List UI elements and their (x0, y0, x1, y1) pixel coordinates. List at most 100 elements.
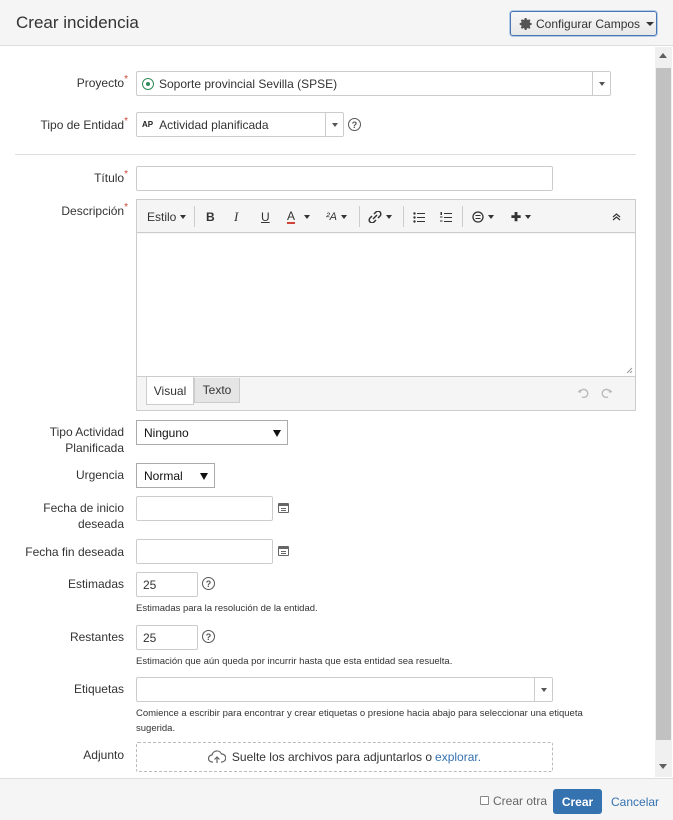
chevron-down-icon (488, 215, 494, 219)
project-icon (142, 77, 154, 90)
scrollbar-thumb[interactable] (656, 68, 671, 740)
activity-type-value: Ninguno (144, 425, 189, 440)
create-issue-dialog: Crear incidencia Configurar Campos Proye… (0, 0, 673, 820)
chevron-down-icon (273, 429, 281, 437)
estimated-label: Estimadas (67, 577, 124, 591)
configure-fields-button[interactable]: Configurar Campos (510, 11, 657, 36)
bold-button[interactable]: B (206, 209, 215, 225)
chevron-down-icon (386, 215, 392, 219)
tab-visual[interactable]: Visual (146, 377, 194, 405)
project-label: Proyecto* (76, 74, 128, 90)
text-color-button[interactable]: A (287, 209, 311, 225)
help-icon[interactable]: ? (348, 118, 361, 131)
dialog-header: Crear incidencia Configurar Campos (0, 0, 673, 46)
style-dropdown[interactable]: Estilo (147, 209, 187, 225)
title-label: Título* (94, 169, 128, 185)
scroll-down-icon[interactable] (659, 764, 667, 769)
attachment-label: Adjunto (83, 748, 124, 762)
toolbar-separator (359, 206, 360, 227)
urgency-value: Normal (144, 468, 183, 483)
divider (15, 154, 636, 155)
chevron-down-icon (341, 215, 347, 219)
title-input[interactable] (136, 166, 553, 191)
link-icon (368, 211, 382, 223)
undo-icon[interactable] (577, 388, 589, 398)
project-select[interactable]: Soporte provincial Sevilla (SPSE) (136, 71, 611, 96)
calendar-icon[interactable] (278, 546, 289, 556)
browse-link[interactable]: explorar. (435, 750, 481, 764)
end-date-label: Fecha fin deseada (25, 545, 124, 559)
labels-input[interactable] (136, 677, 553, 702)
emoticon-icon (472, 211, 484, 223)
dropzone-text: Suelte los archivos para adjuntarlos o (231, 750, 433, 764)
tab-text[interactable]: Texto (194, 378, 240, 403)
toolbar-separator (462, 206, 463, 227)
labels-label: Etiquetas (73, 682, 124, 696)
numbered-list-button[interactable] (440, 209, 452, 225)
configure-fields-label: Configurar Campos (536, 16, 641, 31)
end-date-input[interactable] (136, 539, 273, 564)
help-icon[interactable]: ? (202, 577, 215, 590)
description-textarea[interactable] (137, 234, 635, 377)
calendar-icon[interactable] (278, 503, 289, 513)
chevron-down-icon (525, 215, 532, 219)
resize-handle-icon[interactable] (626, 367, 633, 374)
editor-toolbar: Estilo B I U A ²A ✚ (137, 200, 635, 233)
chevron-down-icon (331, 122, 338, 127)
vertical-scrollbar[interactable] (655, 47, 672, 777)
chevron-down-icon (646, 21, 655, 26)
collapse-toolbar-button[interactable] (612, 209, 621, 225)
create-another-checkbox[interactable] (480, 796, 489, 805)
project-dropdown-toggle[interactable] (592, 72, 610, 95)
chevron-down-icon (180, 215, 187, 219)
urgency-label: Urgencia (75, 468, 124, 482)
link-button[interactable] (368, 209, 392, 225)
entity-type-label: Tipo de Entidad* (40, 116, 128, 132)
description-label: Descripción* (61, 202, 128, 218)
toolbar-separator (194, 206, 195, 227)
remaining-label: Restantes (69, 630, 124, 644)
dialog-title: Crear incidencia (16, 13, 139, 32)
cloud-upload-icon (207, 750, 226, 763)
double-chevron-up-icon (612, 213, 621, 221)
attachment-dropzone[interactable]: Suelte los archivos para adjuntarlos o e… (136, 742, 553, 772)
scroll-up-icon[interactable] (659, 53, 667, 58)
estimated-hint: Estimadas para la resolución de la entid… (136, 603, 318, 614)
underline-button[interactable]: U (261, 209, 270, 225)
entity-type-badge: AP (142, 120, 154, 129)
create-another-label[interactable]: Crear otra (493, 794, 547, 808)
entity-type-value: Actividad planificada (159, 117, 269, 132)
emoticon-button[interactable] (472, 209, 494, 225)
remaining-hint: Estimación que aún queda por incurrir ha… (136, 656, 453, 667)
activity-type-select[interactable]: Ninguno (136, 420, 288, 445)
gear-icon (519, 17, 532, 30)
entity-type-dropdown-toggle[interactable] (325, 113, 343, 136)
bullet-list-button[interactable] (413, 209, 425, 225)
chevron-down-icon (598, 81, 605, 86)
estimated-input[interactable]: 25 (136, 572, 198, 597)
toolbar-separator (403, 206, 404, 227)
start-date-input[interactable] (136, 496, 273, 521)
project-value: Soporte provincial Sevilla (SPSE) (159, 76, 338, 91)
help-icon[interactable]: ? (202, 630, 215, 643)
redo-icon[interactable] (601, 388, 613, 398)
activity-type-label: Tipo Actividad Planificada (49, 425, 124, 455)
create-button[interactable]: Crear (553, 789, 602, 814)
labels-dropdown-toggle[interactable] (534, 678, 552, 701)
chevron-down-icon (540, 687, 547, 692)
text-size-button[interactable]: ²A (326, 209, 347, 225)
italic-button[interactable]: I (234, 209, 238, 225)
insert-more-button[interactable]: ✚ (511, 209, 532, 225)
start-date-label: Fecha de inicio deseada (43, 501, 124, 531)
chevron-down-icon (200, 472, 208, 480)
numbered-list-icon (440, 211, 452, 222)
entity-type-select[interactable]: AP Actividad planificada (136, 112, 344, 137)
remaining-input[interactable]: 25 (136, 625, 198, 650)
labels-hint: Comience a escribir para encontrar y cre… (136, 708, 583, 734)
bullet-list-icon (413, 211, 425, 223)
urgency-select[interactable]: Normal (136, 463, 215, 488)
dialog-footer: Crear otra Crear Cancelar (0, 778, 673, 820)
chevron-down-icon (304, 215, 311, 219)
description-editor: Estilo B I U A ²A ✚ Visual Texto (136, 199, 636, 411)
cancel-link[interactable]: Cancelar (611, 795, 659, 809)
